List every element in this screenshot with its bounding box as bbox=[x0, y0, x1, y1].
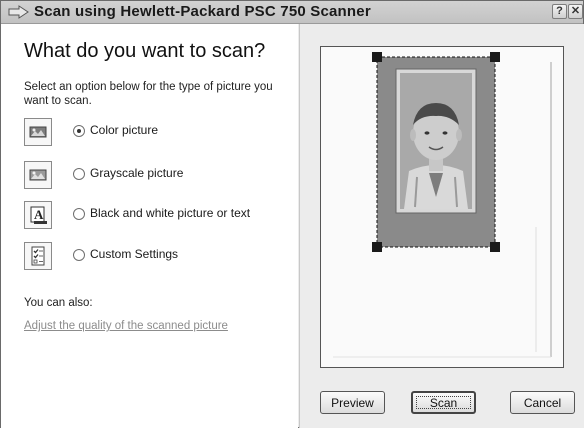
cancel-button-label: Cancel bbox=[523, 396, 562, 410]
radio-color-picture[interactable] bbox=[73, 125, 85, 137]
help-button[interactable]: ? bbox=[552, 4, 567, 19]
scan-preview-area[interactable] bbox=[321, 47, 563, 367]
color-picture-icon[interactable] bbox=[24, 118, 52, 146]
grayscale-picture-icon[interactable] bbox=[24, 161, 52, 189]
option-custom-settings[interactable]: Custom Settings bbox=[24, 242, 294, 270]
radio-grayscale-picture[interactable] bbox=[73, 168, 85, 180]
scan-button-label: Scan bbox=[429, 396, 458, 410]
option-color-picture[interactable]: Color picture bbox=[24, 118, 294, 146]
option-label-grayscale[interactable]: Grayscale picture bbox=[90, 166, 183, 180]
close-button[interactable]: ✕ bbox=[568, 4, 583, 19]
radio-bw-picture[interactable] bbox=[73, 208, 85, 220]
custom-settings-icon[interactable] bbox=[24, 242, 52, 270]
option-bw-picture[interactable]: A Black and white picture or text bbox=[24, 201, 294, 229]
page-title: What do you want to scan? bbox=[24, 40, 266, 62]
option-grayscale-picture[interactable]: Grayscale picture bbox=[24, 161, 294, 189]
boy-photo bbox=[400, 73, 472, 209]
option-label-custom[interactable]: Custom Settings bbox=[90, 247, 178, 261]
option-label-bw[interactable]: Black and white picture or text bbox=[90, 206, 250, 220]
options-pane: What do you want to scan? Select an opti… bbox=[1, 24, 298, 428]
crop-handle-top-left[interactable] bbox=[372, 52, 382, 62]
also-label: You can also: bbox=[24, 297, 93, 309]
preview-button[interactable]: Preview bbox=[320, 391, 385, 414]
window-title: Scan using Hewlett-Packard PSC 750 Scann… bbox=[34, 3, 371, 20]
cancel-button[interactable]: Cancel bbox=[510, 391, 575, 414]
scanner-arrow-icon bbox=[8, 5, 29, 19]
preview-frame bbox=[320, 46, 564, 368]
title-bar: Scan using Hewlett-Packard PSC 750 Scann… bbox=[1, 1, 583, 24]
preview-button-label: Preview bbox=[331, 396, 374, 410]
svg-text:A: A bbox=[34, 207, 44, 222]
option-label-color[interactable]: Color picture bbox=[90, 123, 158, 137]
instructions-text: Select an option below for the type of p… bbox=[24, 81, 273, 107]
bw-text-icon[interactable]: A bbox=[24, 201, 52, 229]
preview-pane: Preview Scan Cancel bbox=[299, 24, 584, 428]
scanner-dialog: Scan using Hewlett-Packard PSC 750 Scann… bbox=[0, 0, 584, 428]
adjust-quality-link[interactable]: Adjust the quality of the scanned pictur… bbox=[24, 320, 228, 332]
scan-button[interactable]: Scan bbox=[411, 391, 476, 414]
crop-handle-top-right[interactable] bbox=[490, 52, 500, 62]
radio-custom-settings[interactable] bbox=[73, 249, 85, 261]
crop-handle-bottom-right[interactable] bbox=[490, 242, 500, 252]
crop-handle-bottom-left[interactable] bbox=[372, 242, 382, 252]
